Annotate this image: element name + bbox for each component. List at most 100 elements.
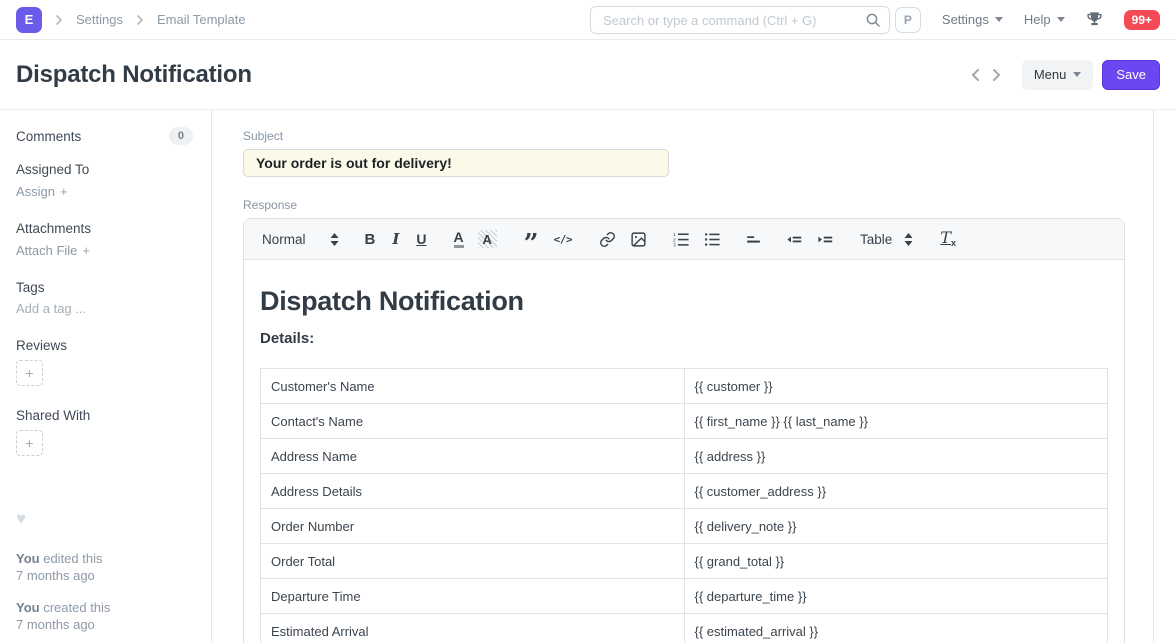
page-head: Dispatch Notification Menu Save	[0, 40, 1176, 110]
table-row: Customer's Name {{ customer }}	[261, 369, 1108, 404]
svg-text:3: 3	[673, 242, 676, 247]
table-row: Address Details {{ customer_address }}	[261, 474, 1108, 509]
details-label: Details:	[260, 330, 1108, 347]
bullet-list-icon	[704, 231, 721, 248]
plus-icon: +	[25, 365, 33, 381]
right-divider	[1153, 110, 1154, 643]
table-row: Estimated Arrival {{ estimated_arrival }…	[261, 614, 1108, 643]
like-heart-icon[interactable]: ♥	[16, 509, 193, 529]
edited-action: edited this	[43, 551, 102, 566]
table-row: Order Number {{ delivery_note }}	[261, 509, 1108, 544]
edited-timeline-entry: You edited this 7 months ago	[16, 550, 193, 584]
form-sidebar: Comments 0 Assigned To Assign + Attachme…	[0, 110, 212, 643]
comments-link[interactable]: Comments	[16, 129, 81, 144]
table-row: Contact's Name {{ first_name }} {{ last_…	[261, 404, 1108, 439]
template-var-cell: {{ departure_time }}	[684, 579, 1108, 614]
response-label: Response	[243, 198, 1176, 212]
field-label-cell: Estimated Arrival	[261, 614, 685, 643]
outdent-button[interactable]	[786, 231, 803, 248]
link-button[interactable]	[599, 231, 616, 248]
attachments-label: Attachments	[16, 221, 193, 236]
editor-content[interactable]: Dispatch Notification Details: Customer'…	[244, 286, 1124, 643]
table-row: Departure Time {{ departure_time }}	[261, 579, 1108, 614]
search-icon	[865, 12, 881, 28]
energy-points-trophy-icon[interactable]	[1086, 11, 1103, 28]
help-menu[interactable]: Help	[1024, 12, 1065, 27]
add-review-button[interactable]: +	[16, 360, 43, 386]
background-color-button[interactable]: A	[478, 230, 497, 248]
edited-when: 7 months ago	[16, 567, 193, 584]
chevron-down-icon	[1073, 72, 1081, 77]
template-variables-table: Customer's Name {{ customer }} Contact's…	[260, 368, 1108, 643]
assign-label: Assign	[16, 184, 55, 199]
select-updown-icon	[904, 233, 913, 246]
clear-format-t: T	[940, 230, 951, 246]
breadcrumb-settings[interactable]: Settings	[76, 12, 123, 27]
shared-with-label: Shared With	[16, 408, 193, 423]
navbar: E Settings Email Template P Settings Hel…	[0, 0, 1176, 40]
created-timeline-entry: You created this 7 months ago	[16, 599, 193, 633]
editor-toolbar: Normal B I U A A ” </>	[244, 219, 1124, 260]
italic-button[interactable]: I	[392, 230, 399, 248]
field-label-cell: Contact's Name	[261, 404, 685, 439]
user-avatar[interactable]: P	[895, 7, 921, 33]
app-logo[interactable]: E	[16, 7, 42, 33]
form-main: Subject Response Normal B I U A A ” </>	[212, 110, 1176, 643]
indent-button[interactable]	[817, 231, 834, 248]
svg-text:1: 1	[673, 231, 676, 237]
subject-input[interactable]	[243, 149, 669, 177]
template-var-cell: {{ delivery_note }}	[684, 509, 1108, 544]
template-var-cell: {{ address }}	[684, 439, 1108, 474]
link-icon	[599, 231, 616, 248]
template-var-cell: {{ estimated_arrival }}	[684, 614, 1108, 643]
table-select[interactable]: Table	[860, 232, 913, 247]
prev-document-button chevron-left-icon[interactable]	[966, 65, 986, 85]
ordered-list-button[interactable]: 1 2 3	[673, 231, 690, 248]
blockquote-button[interactable]: ”	[524, 229, 537, 249]
field-label-cell: Order Total	[261, 544, 685, 579]
image-button[interactable]	[630, 231, 647, 248]
text-color-button[interactable]: A	[454, 230, 464, 248]
field-label-cell: Order Number	[261, 509, 685, 544]
comments-count-badge: 0	[169, 127, 193, 145]
next-document-button chevron-right-icon[interactable]	[986, 65, 1006, 85]
plus-icon: +	[25, 435, 33, 451]
field-label-cell: Address Details	[261, 474, 685, 509]
attach-file-button[interactable]: Attach File +	[16, 243, 193, 258]
bullet-list-button[interactable]	[704, 231, 721, 248]
edited-by: You	[16, 551, 40, 566]
chevron-down-icon	[1057, 17, 1065, 22]
bold-button[interactable]: B	[365, 231, 376, 248]
settings-menu[interactable]: Settings	[942, 12, 1003, 27]
add-share-button[interactable]: +	[16, 430, 43, 456]
save-button[interactable]: Save	[1102, 60, 1160, 90]
reviews-label: Reviews	[16, 338, 193, 353]
help-menu-label: Help	[1024, 12, 1051, 27]
tags-label: Tags	[16, 280, 193, 295]
template-var-cell: {{ grand_total }}	[684, 544, 1108, 579]
indent-icon	[817, 231, 834, 248]
attach-file-label: Attach File	[16, 243, 77, 258]
outdent-icon	[786, 231, 803, 248]
menu-button[interactable]: Menu	[1022, 60, 1094, 90]
paragraph-style-select[interactable]: Normal	[262, 232, 339, 247]
underline-button[interactable]: U	[416, 231, 426, 247]
breadcrumb-email-template[interactable]: Email Template	[157, 12, 246, 27]
assign-button[interactable]: Assign +	[16, 184, 193, 199]
plus-icon: +	[82, 243, 90, 258]
svg-text:2: 2	[673, 237, 676, 243]
page-title: Dispatch Notification	[16, 61, 252, 89]
paragraph-style-value: Normal	[262, 232, 306, 247]
search-input[interactable]	[590, 6, 890, 34]
notifications-badge[interactable]: 99+	[1124, 10, 1160, 30]
clear-format-button[interactable]: T x	[940, 230, 956, 248]
code-button[interactable]: </>	[554, 233, 572, 246]
field-label-cell: Address Name	[261, 439, 685, 474]
field-label-cell: Departure Time	[261, 579, 685, 614]
assigned-to-label: Assigned To	[16, 162, 193, 177]
table-row: Address Name {{ address }}	[261, 439, 1108, 474]
template-var-cell: {{ customer_address }}	[684, 474, 1108, 509]
select-updown-icon	[330, 233, 339, 246]
add-tag-input[interactable]: Add a tag ...	[16, 301, 193, 316]
align-button[interactable]	[745, 231, 762, 248]
